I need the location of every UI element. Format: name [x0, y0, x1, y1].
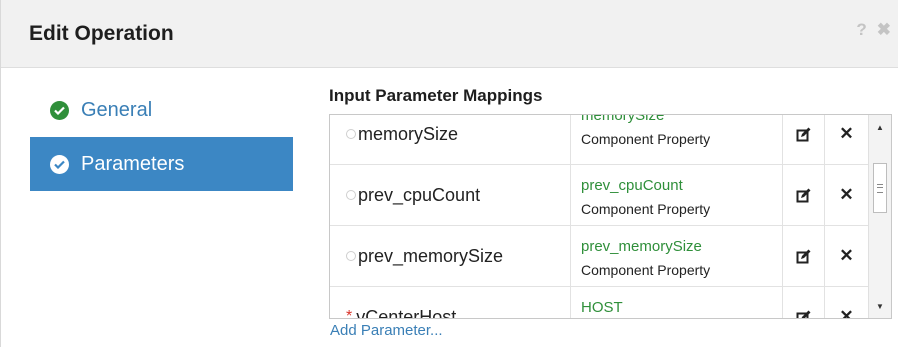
table-row[interactable]: prev_memorySize prev_memorySize Componen… — [330, 226, 868, 287]
parameter-name-cell: memorySize — [330, 115, 571, 164]
section-title: Input Parameter Mappings — [329, 86, 543, 105]
mapping-value: prev_memorySize — [581, 238, 702, 255]
parameter-name-cell: * vCenterHost — [330, 287, 571, 319]
dialog-title: Edit Operation — [29, 22, 174, 45]
scroll-thumb[interactable] — [873, 163, 887, 213]
mapping-type: Component Property — [581, 262, 711, 278]
mapping-cell: HOST Component Property — [571, 287, 783, 318]
parameter-name-cell: prev_memorySize — [330, 226, 571, 286]
nav-item-label: General — [81, 98, 153, 121]
wizard-nav: General Parameters — [30, 83, 293, 191]
nav-item-general[interactable]: General — [30, 83, 293, 137]
required-asterisk-icon: * — [346, 308, 353, 319]
mapping-cell: memorySize Component Property — [571, 114, 783, 164]
parameter-name: prev_cpuCount — [358, 184, 481, 205]
delete-button[interactable]: ✕ — [825, 165, 868, 225]
table-row[interactable]: * vCenterHost HOST Component Property ✕ — [330, 287, 868, 319]
edit-button[interactable] — [783, 287, 825, 318]
nav-item-label: Parameters — [81, 152, 185, 175]
radio-icon[interactable] — [346, 251, 356, 261]
parameter-mappings-grid: memorySize memorySize Component Property… — [329, 114, 892, 319]
parameter-name: memorySize — [358, 123, 459, 144]
delete-button[interactable]: ✕ — [825, 115, 868, 164]
mapping-value: memorySize — [581, 114, 665, 124]
edit-button[interactable] — [783, 115, 825, 164]
close-icon[interactable]: ✖ — [877, 20, 891, 40]
edit-operation-dialog: Edit Operation ? ✖ General Parameters In… — [0, 0, 898, 347]
check-circle-icon — [50, 154, 69, 174]
help-icon[interactable]: ? — [856, 20, 866, 40]
mapping-value: prev_cpuCount — [581, 177, 683, 194]
delete-button[interactable]: ✕ — [825, 287, 868, 318]
mapping-type: Component Property — [581, 131, 711, 147]
scroll-up-icon[interactable]: ▲ — [869, 119, 891, 135]
vertical-scrollbar[interactable]: ▲ ▼ — [868, 115, 891, 318]
table-row[interactable]: prev_cpuCount prev_cpuCount Component Pr… — [330, 165, 868, 226]
mapping-cell: prev_memorySize Component Property — [571, 226, 783, 286]
edit-icon — [796, 188, 811, 202]
edit-button[interactable] — [783, 226, 825, 286]
parameter-name: prev_memorySize — [358, 245, 504, 266]
scroll-down-icon[interactable]: ▼ — [869, 298, 891, 314]
mapping-value: HOST — [581, 299, 623, 316]
edit-icon — [796, 249, 811, 263]
nav-item-parameters[interactable]: Parameters — [30, 137, 293, 191]
grip-icon — [877, 183, 883, 193]
header-icons: ? ✖ — [856, 20, 891, 40]
delete-button[interactable]: ✕ — [825, 226, 868, 286]
mapping-type: Component Property — [581, 201, 711, 217]
edit-icon — [796, 127, 811, 141]
parameter-name: vCenterHost — [356, 306, 457, 319]
edit-icon — [796, 310, 811, 318]
add-parameter-link[interactable]: Add Parameter... — [330, 322, 443, 339]
parameter-name-cell: prev_cpuCount — [330, 165, 571, 225]
radio-icon[interactable] — [346, 129, 356, 139]
mapping-cell: prev_cpuCount Component Property — [571, 165, 783, 225]
edit-button[interactable] — [783, 165, 825, 225]
table-row[interactable]: memorySize memorySize Component Property… — [330, 114, 868, 165]
radio-icon[interactable] — [346, 190, 356, 200]
check-circle-icon — [50, 100, 69, 120]
dialog-header: Edit Operation ? ✖ — [1, 0, 898, 68]
